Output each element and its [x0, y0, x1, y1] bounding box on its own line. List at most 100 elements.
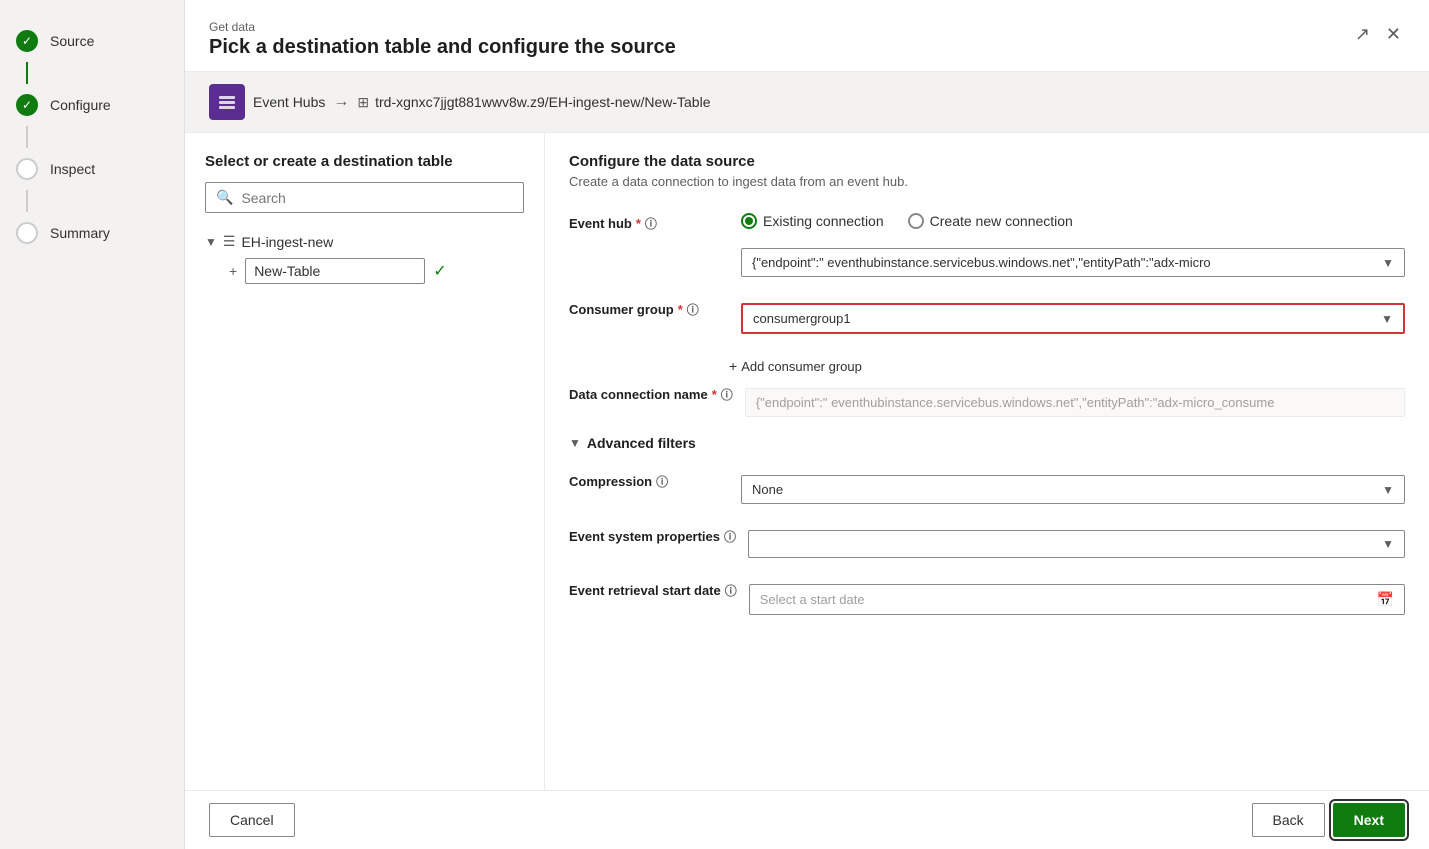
- check-icon: ✓: [433, 261, 446, 281]
- consumer-group-row: Consumer group * ⓘ consumergroup1 ▼: [569, 295, 1405, 334]
- sidebar-label-inspect: Inspect: [50, 161, 95, 177]
- data-connection-name-row: Data connection name * ⓘ {"endpoint":" e…: [569, 380, 1405, 417]
- compression-control: None ▼: [741, 467, 1405, 504]
- consumer-group-dropdown[interactable]: consumergroup1 ▼: [741, 303, 1405, 334]
- step-circle-summary: [16, 222, 38, 244]
- database-icon: ☰: [223, 233, 236, 250]
- consumer-group-label: Consumer group * ⓘ: [569, 295, 729, 318]
- page-title: Pick a destination table and configure t…: [209, 36, 676, 59]
- compression-label: Compression ⓘ: [569, 467, 729, 490]
- breadcrumb-source-name: Event Hubs: [253, 94, 325, 110]
- tree-view: ▼ ☰ EH-ingest-new + ✓: [205, 229, 524, 288]
- connection-dropdown[interactable]: {"endpoint":" eventhubinstance.servicebu…: [741, 248, 1405, 277]
- search-icon: 🔍: [216, 189, 233, 206]
- event-retrieval-info-icon[interactable]: ⓘ: [725, 582, 737, 599]
- compression-row: Compression ⓘ None ▼: [569, 467, 1405, 504]
- event-hub-label: Event hub * ⓘ: [569, 209, 729, 232]
- add-consumer-group-link[interactable]: + Add consumer group: [729, 352, 1405, 380]
- event-retrieval-start-date-row: Event retrieval start date ⓘ Select a st…: [569, 576, 1405, 615]
- chevron-down-icon: ▼: [205, 235, 217, 249]
- breadcrumb: Event Hubs → ⊞ trd-xgnxc7jjgt881wwv8w.z9…: [185, 72, 1429, 133]
- content-area: Select or create a destination table 🔍 ▼…: [185, 133, 1429, 790]
- expand-icon-button[interactable]: ↗: [1351, 20, 1374, 49]
- event-hub-info-icon[interactable]: ⓘ: [645, 215, 657, 232]
- next-button[interactable]: Next: [1333, 803, 1405, 837]
- data-connection-name-label: Data connection name * ⓘ: [569, 380, 733, 403]
- header-actions: ↗ ✕: [1351, 20, 1405, 49]
- consumer-group-info-icon[interactable]: ⓘ: [687, 301, 699, 318]
- compression-info-icon[interactable]: ⓘ: [656, 473, 668, 490]
- tree-table-item[interactable]: + ✓: [229, 254, 524, 288]
- event-system-properties-control: ▼: [748, 522, 1405, 558]
- consumer-group-text: consumergroup1: [753, 311, 1381, 326]
- config-subtitle: Create a data connection to ingest data …: [569, 174, 1405, 189]
- close-icon-button[interactable]: ✕: [1382, 20, 1405, 49]
- tree-database-item[interactable]: ▼ ☰ EH-ingest-new: [205, 229, 524, 254]
- consumer-group-required-star: *: [678, 302, 683, 317]
- connection-dropdown-row: {"endpoint":" eventhubinstance.servicebu…: [569, 240, 1405, 277]
- event-retrieval-start-date-input[interactable]: Select a start date 📅: [749, 584, 1405, 615]
- data-connection-required-star: *: [712, 387, 717, 402]
- data-connection-name-value: {"endpoint":" eventhubinstance.servicebu…: [756, 395, 1275, 410]
- breadcrumb-arrow-icon: →: [333, 93, 349, 111]
- tree-children: + ✓: [229, 254, 524, 288]
- connector-3: [26, 190, 28, 212]
- back-button[interactable]: Back: [1252, 803, 1325, 837]
- add-icon[interactable]: +: [229, 263, 237, 279]
- compression-value: None: [752, 482, 1382, 497]
- event-hub-row: Event hub * ⓘ Existing connection Create…: [569, 209, 1405, 232]
- table-name-input[interactable]: [245, 258, 425, 284]
- event-system-properties-row: Event system properties ⓘ ▼: [569, 522, 1405, 558]
- create-new-connection-option[interactable]: Create new connection: [908, 213, 1073, 229]
- header-left: Get data Pick a destination table and co…: [209, 20, 676, 59]
- event-retrieval-placeholder: Select a start date: [760, 592, 865, 607]
- breadcrumb-table: ⊞ trd-xgnxc7jjgt881wwv8w.z9/EH-ingest-ne…: [357, 94, 710, 111]
- data-connection-info-icon[interactable]: ⓘ: [721, 386, 733, 403]
- config-title: Configure the data source: [569, 153, 1405, 170]
- add-consumer-group-label: Add consumer group: [741, 359, 862, 374]
- cancel-button[interactable]: Cancel: [209, 803, 295, 837]
- existing-connection-label: Existing connection: [763, 213, 884, 229]
- connection-dropdown-chevron-icon: ▼: [1382, 256, 1394, 270]
- compression-dropdown[interactable]: None ▼: [741, 475, 1405, 504]
- right-panel: Configure the data source Create a data …: [545, 133, 1429, 790]
- sidebar: ✓ Source ✓ Configure Inspect Summary: [0, 0, 185, 849]
- advanced-filters-header[interactable]: ▼ Advanced filters: [569, 435, 1405, 451]
- sidebar-item-source[interactable]: ✓ Source: [0, 20, 184, 62]
- breadcrumb-destination: trd-xgnxc7jjgt881wwv8w.z9/EH-ingest-new/…: [375, 94, 710, 110]
- left-panel-title: Select or create a destination table: [205, 153, 524, 170]
- event-system-properties-info-icon[interactable]: ⓘ: [724, 528, 736, 545]
- database-name: EH-ingest-new: [241, 234, 333, 250]
- main-content: Get data Pick a destination table and co…: [185, 0, 1429, 849]
- sidebar-item-summary[interactable]: Summary: [0, 212, 184, 254]
- existing-connection-radio[interactable]: [741, 213, 757, 229]
- footer-right: Back Next: [1252, 803, 1405, 837]
- search-input[interactable]: [241, 190, 513, 206]
- step-circle-source: ✓: [16, 30, 38, 52]
- connector-2: [26, 126, 28, 148]
- event-retrieval-start-date-label: Event retrieval start date ⓘ: [569, 576, 737, 599]
- event-hubs-icon: [209, 84, 245, 120]
- get-data-label: Get data: [209, 20, 676, 34]
- connection-dropdown-text: {"endpoint":" eventhubinstance.servicebu…: [752, 255, 1382, 270]
- event-retrieval-start-date-control: Select a start date 📅: [749, 576, 1405, 615]
- advanced-filters-label: Advanced filters: [587, 435, 696, 451]
- sidebar-item-inspect[interactable]: Inspect: [0, 148, 184, 190]
- step-circle-inspect: [16, 158, 38, 180]
- search-box[interactable]: 🔍: [205, 182, 524, 213]
- connector-1: [26, 62, 28, 84]
- create-new-connection-radio[interactable]: [908, 213, 924, 229]
- connection-dropdown-control: {"endpoint":" eventhubinstance.servicebu…: [741, 240, 1405, 277]
- sidebar-item-configure[interactable]: ✓ Configure: [0, 84, 184, 126]
- left-panel: Select or create a destination table 🔍 ▼…: [185, 133, 545, 790]
- header: Get data Pick a destination table and co…: [185, 0, 1429, 72]
- compression-chevron-icon: ▼: [1382, 483, 1394, 497]
- consumer-group-chevron-icon: ▼: [1381, 312, 1393, 326]
- event-system-properties-dropdown[interactable]: ▼: [748, 530, 1405, 558]
- existing-connection-option[interactable]: Existing connection: [741, 213, 884, 229]
- create-new-connection-label: Create new connection: [930, 213, 1073, 229]
- data-connection-name-control: {"endpoint":" eventhubinstance.servicebu…: [745, 380, 1405, 417]
- table-icon: ⊞: [357, 94, 369, 111]
- required-star: *: [636, 216, 641, 231]
- footer: Cancel Back Next: [185, 790, 1429, 849]
